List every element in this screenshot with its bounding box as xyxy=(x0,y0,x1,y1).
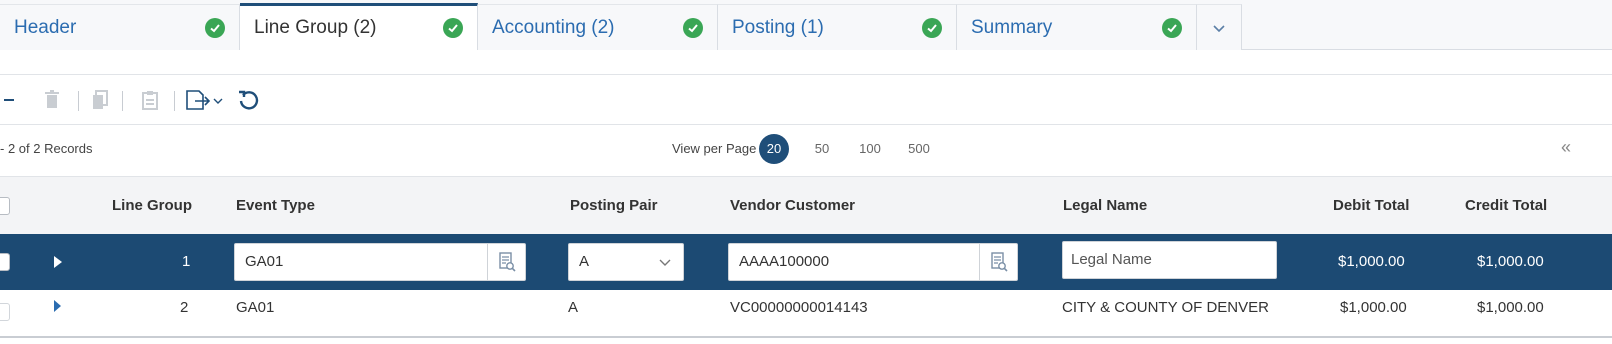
records-bar: - 2 of 2 Records View per Page - 20 50 1… xyxy=(0,124,1612,172)
column-header-line-group[interactable]: Line Group xyxy=(112,197,192,214)
column-header-debit-total[interactable]: Debit Total xyxy=(1333,197,1409,214)
check-circle-icon xyxy=(205,17,225,38)
export-icon[interactable] xyxy=(184,87,226,113)
lookup-icon[interactable] xyxy=(487,244,525,280)
vendor-customer-cell: VC00000000014143 xyxy=(730,299,868,316)
debit-total-cell: $1,000.00 xyxy=(1338,253,1405,270)
row-checkbox[interactable] xyxy=(0,303,10,321)
column-header-vendor-customer[interactable]: Vendor Customer xyxy=(730,197,855,214)
grid-header: Line Group Event Type Posting Pair Vendo… xyxy=(0,176,1612,234)
check-circle-icon xyxy=(443,18,463,38)
lookup-icon[interactable] xyxy=(979,244,1017,280)
vendor-customer-value: AAAA100000 xyxy=(739,253,830,270)
page-size-option[interactable]: 20 xyxy=(759,134,789,164)
chevron-down-icon xyxy=(659,244,671,280)
select-all-checkbox[interactable] xyxy=(0,197,10,215)
more-tabs-button[interactable] xyxy=(1197,4,1242,50)
view-per-page-label: View per Page - xyxy=(672,141,765,156)
chevron-down-icon xyxy=(1213,24,1225,32)
refresh-icon[interactable] xyxy=(236,87,260,113)
column-header-event-type[interactable]: Event Type xyxy=(236,197,315,214)
legal-name-cell: CITY & COUNTY OF DENVER xyxy=(1062,299,1269,316)
vendor-customer-input[interactable]: AAAA100000 xyxy=(728,243,1018,281)
posting-pair-cell: A xyxy=(568,299,579,316)
tab-label: Accounting (2) xyxy=(492,16,615,38)
event-type-value: GA01 xyxy=(245,253,284,270)
event-type-cell: GA01 xyxy=(236,299,275,316)
grid-toolbar xyxy=(0,74,1612,124)
page-size-option[interactable]: 500 xyxy=(906,141,932,156)
page-size-option[interactable]: 50 xyxy=(812,141,832,156)
tab-bar: Header Line Group (2) Accounting (2) Pos… xyxy=(0,0,1612,50)
expand-row-icon[interactable] xyxy=(54,300,61,312)
check-circle-icon xyxy=(683,17,703,38)
line-group-cell: 2 xyxy=(180,299,189,316)
debit-total-cell: $1,000.00 xyxy=(1340,299,1407,316)
check-circle-icon xyxy=(922,17,942,38)
row-checkbox[interactable] xyxy=(0,253,10,271)
legal-name-placeholder: Legal Name xyxy=(1071,251,1152,268)
expand-row-icon[interactable] xyxy=(54,256,62,268)
tab-label: Header xyxy=(14,16,77,38)
toolbar-divider xyxy=(174,91,175,111)
tab-label: Line Group (2) xyxy=(254,17,377,38)
column-header-posting-pair[interactable]: Posting Pair xyxy=(570,197,658,214)
page-size-option[interactable]: 100 xyxy=(857,141,883,156)
tab-label: Summary xyxy=(971,16,1053,38)
table-row[interactable]: 1 GA01 A AAAA100000 Legal Name $1,000.00… xyxy=(0,234,1612,290)
legal-name-input[interactable]: Legal Name xyxy=(1062,241,1277,279)
toolbar-divider xyxy=(122,91,123,111)
tab-summary[interactable]: Summary xyxy=(957,4,1197,50)
tab-label: Posting (1) xyxy=(732,16,824,38)
line-group-cell: 1 xyxy=(182,253,191,270)
tab-header[interactable]: Header xyxy=(0,4,240,50)
table-row[interactable]: 2 GA01 A VC00000000014143 CITY & COUNTY … xyxy=(0,290,1612,338)
record-count: - 2 of 2 Records xyxy=(0,141,93,156)
column-header-legal-name[interactable]: Legal Name xyxy=(1063,197,1147,214)
check-circle-icon xyxy=(1162,17,1182,38)
event-type-input[interactable]: GA01 xyxy=(234,243,526,281)
column-header-credit-total[interactable]: Credit Total xyxy=(1465,197,1547,214)
credit-total-cell: $1,000.00 xyxy=(1477,299,1544,316)
posting-pair-select[interactable]: A xyxy=(568,243,684,281)
tab-accounting[interactable]: Accounting (2) xyxy=(478,4,718,50)
delete-icon[interactable] xyxy=(40,87,64,113)
paste-icon[interactable] xyxy=(138,87,162,113)
collapse-panel-icon[interactable]: « xyxy=(1561,137,1571,158)
minus-icon[interactable] xyxy=(2,87,16,113)
tab-posting[interactable]: Posting (1) xyxy=(718,4,957,50)
posting-pair-value: A xyxy=(579,253,590,270)
copy-icon[interactable] xyxy=(88,87,112,113)
credit-total-cell: $1,000.00 xyxy=(1477,253,1544,270)
tab-line-group[interactable]: Line Group (2) xyxy=(240,3,478,50)
toolbar-divider xyxy=(78,91,79,111)
